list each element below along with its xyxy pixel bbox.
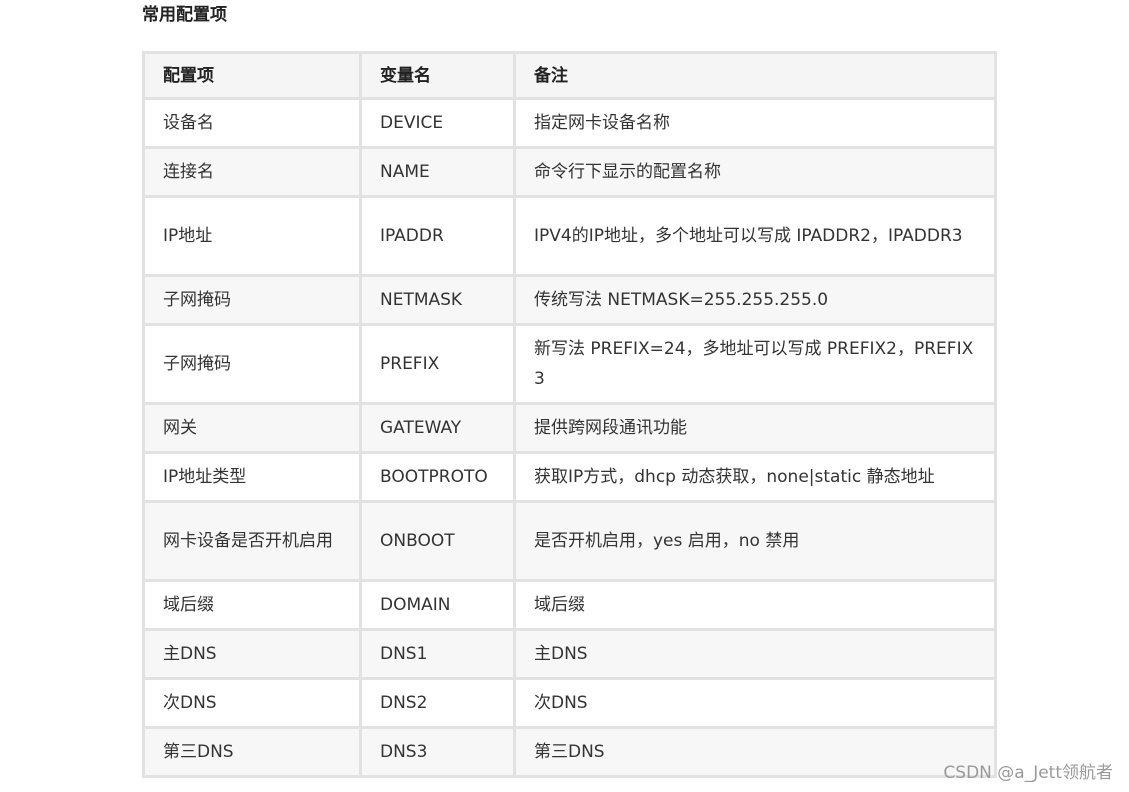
cell-variable-name: DNS1 [359,628,516,680]
table-row: 网卡设备是否开机启用 ONBOOT 是否开机启用，yes 启用，no 禁用 [142,500,997,582]
csdn-watermark: CSDN @a_Jett领航者 [943,763,1113,783]
table-row: 次DNS DNS2 次DNS [142,677,997,729]
cell-remark: 获取IP方式，dhcp 动态获取，none|static 静态地址 [513,451,997,503]
header-variable-name: 变量名 [359,51,516,100]
cell-remark: 提供跨网段通讯功能 [513,402,997,454]
cell-config-item: 子网掩码 [142,323,362,405]
config-table: 配置项 变量名 备注 设备名 DEVICE 指定网卡设备名称 连接名 NAME … [142,51,997,778]
cell-config-item: 主DNS [142,628,362,680]
table-row: 设备名 DEVICE 指定网卡设备名称 [142,97,997,149]
table-row: 网关 GATEWAY 提供跨网段通讯功能 [142,402,997,454]
cell-remark: 指定网卡设备名称 [513,97,997,149]
cell-config-item: 设备名 [142,97,362,149]
cell-config-item: 第三DNS [142,726,362,778]
table-row: 主DNS DNS1 主DNS [142,628,997,680]
table-row: IP地址 IPADDR IPV4的IP地址，多个地址可以写成 IPADDR2，I… [142,195,997,277]
header-config-item: 配置项 [142,51,362,100]
header-remark: 备注 [513,51,997,100]
cell-config-item: 子网掩码 [142,274,362,326]
cell-remark: 主DNS [513,628,997,680]
cell-config-item: IP地址 [142,195,362,277]
cell-remark: 是否开机启用，yes 启用，no 禁用 [513,500,997,582]
cell-variable-name: ONBOOT [359,500,516,582]
cell-remark: IPV4的IP地址，多个地址可以写成 IPADDR2，IPADDR3 [513,195,997,277]
cell-variable-name: PREFIX [359,323,516,405]
section-title: 常用配置项 [142,5,227,25]
cell-variable-name: NAME [359,146,516,198]
cell-config-item: 网卡设备是否开机启用 [142,500,362,582]
table-row: 域后缀 DOMAIN 域后缀 [142,579,997,631]
cell-config-item: IP地址类型 [142,451,362,503]
cell-variable-name: BOOTPROTO [359,451,516,503]
cell-remark: 第三DNS [513,726,997,778]
cell-remark: 命令行下显示的配置名称 [513,146,997,198]
table-row: 第三DNS DNS3 第三DNS [142,726,997,778]
cell-config-item: 域后缀 [142,579,362,631]
cell-variable-name: DEVICE [359,97,516,149]
page: 常用配置项 配置项 变量名 备注 设备名 DEVICE 指定网卡设备名称 连接名… [0,0,1129,792]
cell-remark: 新写法 PREFIX=24，多地址可以写成 PREFIX2，PREFIX3 [513,323,997,405]
cell-remark: 域后缀 [513,579,997,631]
table-row: 子网掩码 PREFIX 新写法 PREFIX=24，多地址可以写成 PREFIX… [142,323,997,405]
cell-variable-name: DNS3 [359,726,516,778]
cell-config-item: 网关 [142,402,362,454]
cell-variable-name: GATEWAY [359,402,516,454]
table-row: IP地址类型 BOOTPROTO 获取IP方式，dhcp 动态获取，none|s… [142,451,997,503]
cell-variable-name: DNS2 [359,677,516,729]
table-row: 连接名 NAME 命令行下显示的配置名称 [142,146,997,198]
cell-config-item: 次DNS [142,677,362,729]
cell-variable-name: DOMAIN [359,579,516,631]
table-row: 子网掩码 NETMASK 传统写法 NETMASK=255.255.255.0 [142,274,997,326]
cell-variable-name: NETMASK [359,274,516,326]
table-header-row: 配置项 变量名 备注 [142,51,997,100]
cell-config-item: 连接名 [142,146,362,198]
cell-remark: 次DNS [513,677,997,729]
cell-variable-name: IPADDR [359,195,516,277]
cell-remark: 传统写法 NETMASK=255.255.255.0 [513,274,997,326]
